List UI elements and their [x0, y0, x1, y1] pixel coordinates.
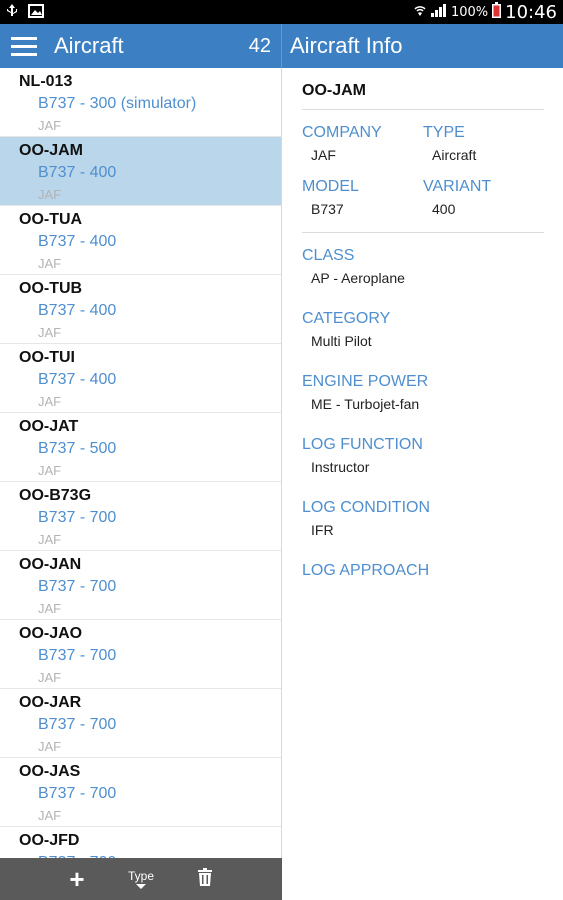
add-aircraft-button[interactable]: +	[62, 864, 92, 894]
aircraft-list-item[interactable]: OO-TUA B737 - 400 JAF	[0, 206, 281, 275]
type-filter-button[interactable]: Type	[126, 864, 156, 894]
aircraft-registration: NL-013	[19, 73, 73, 90]
aircraft-registration: OO-JAM	[19, 142, 83, 159]
log-approach-label: LOG APPROACH	[302, 562, 430, 579]
category-value: Multi Pilot	[311, 333, 372, 349]
battery-icon	[492, 2, 502, 22]
divider	[302, 232, 544, 233]
variant-label: VARIANT	[423, 178, 492, 195]
menu-icon[interactable]	[11, 36, 37, 56]
aircraft-count: 42	[248, 34, 271, 57]
variant-value: 400	[432, 201, 456, 217]
engine-power-value: ME - Turbojet-fan	[311, 396, 420, 412]
battery-percent: 100%	[450, 4, 489, 20]
aircraft-company: JAF	[38, 325, 62, 340]
aircraft-model: B737 - 500	[38, 440, 117, 457]
aircraft-company: JAF	[38, 670, 62, 685]
image-icon	[28, 3, 44, 22]
type-label: TYPE	[423, 124, 465, 141]
company-label: COMPANY	[302, 124, 382, 141]
app-bar: Aircraft 42 Aircraft Info	[0, 24, 563, 68]
model-value: B737	[311, 201, 344, 217]
list-title: Aircraft	[54, 33, 124, 58]
aircraft-registration: OO-JAR	[19, 694, 82, 711]
clock: 10:46	[505, 1, 557, 23]
aircraft-model: B737 - 400	[38, 302, 117, 319]
aircraft-list-item[interactable]: OO-TUI B737 - 400 JAF	[0, 344, 281, 413]
aircraft-registration: OO-TUA	[19, 211, 83, 228]
aircraft-model: B737 - 400	[38, 233, 117, 250]
aircraft-registration: OO-JAN	[19, 556, 82, 573]
wifi-icon	[413, 3, 427, 21]
aircraft-registration: OO-B73G	[19, 487, 92, 504]
list-toolbar: + Type	[0, 858, 282, 900]
aircraft-info-panel: OO-JAM COMPANY JAF MODEL B737 TYPE Aircr…	[283, 68, 563, 900]
aircraft-model: B737 - 300 (simulator)	[38, 95, 197, 112]
class-label: CLASS	[302, 247, 355, 264]
aircraft-model: B737 - 400	[38, 371, 117, 388]
aircraft-registration: OO-JFD	[19, 832, 80, 849]
aircraft-list-item[interactable]: OO-JAM B737 - 400 JAF	[0, 137, 281, 206]
aircraft-model: B737 - 700	[38, 578, 117, 595]
category-label: CATEGORY	[302, 310, 391, 327]
aircraft-model: B737 - 700	[38, 785, 117, 802]
aircraft-list-item[interactable]: OO-JFDB737 - 700JAF	[0, 827, 281, 858]
engine-power-label: ENGINE POWER	[302, 373, 429, 390]
aircraft-model: B737 - 700	[19, 851, 281, 858]
aircraft-company: JAF	[38, 463, 62, 478]
trash-icon	[198, 867, 212, 891]
aircraft-registration: OO-JAT	[19, 418, 79, 435]
usb-icon	[6, 3, 18, 22]
aircraft-list[interactable]: NL-013 B737 - 300 (simulator) JAF OO-JAM B73…	[0, 68, 282, 858]
aircraft-registration: OO-TUB	[19, 280, 83, 297]
aircraft-list-item[interactable]: OO-B73G B737 - 700 JAF	[0, 482, 281, 551]
aircraft-company: JAF	[38, 394, 62, 409]
aircraft-list-item[interactable]: OO-TUB B737 - 400 JAF	[0, 275, 281, 344]
status-bar: 100% 10:46	[0, 0, 563, 24]
aircraft-list-item[interactable]: NL-013 B737 - 300 (simulator) JAF	[0, 68, 281, 137]
aircraft-company: JAF	[38, 256, 62, 271]
class-value: AP - Aeroplane	[311, 270, 405, 286]
plus-icon: +	[69, 864, 85, 894]
aircraft-model: B737 - 700	[38, 716, 117, 733]
log-condition-value: IFR	[311, 522, 334, 538]
aircraft-registration: OO-TUI	[19, 349, 75, 366]
aircraft-list-item[interactable]: OO-JAR B737 - 700 JAF	[0, 689, 281, 758]
signal-icon	[430, 3, 447, 21]
aircraft-model: B737 - 700	[38, 647, 117, 664]
delete-aircraft-button[interactable]	[190, 864, 220, 894]
aircraft-list-item[interactable]: OO-JAT B737 - 500 JAF	[0, 413, 281, 482]
list-header: Aircraft 42	[0, 24, 282, 68]
type-value: Aircraft	[432, 147, 477, 163]
info-registration: OO-JAM	[302, 68, 544, 110]
aircraft-company: JAF	[38, 532, 62, 547]
company-value: JAF	[311, 147, 336, 163]
log-function-value: Instructor	[311, 459, 370, 475]
aircraft-company: JAF	[38, 739, 62, 754]
type-filter-label: Type	[127, 868, 154, 883]
aircraft-company: JAF	[38, 601, 62, 616]
aircraft-list-item[interactable]: OO-JAN B737 - 700 JAF	[0, 551, 281, 620]
aircraft-model: B737 - 400	[38, 164, 117, 181]
chevron-down-icon	[136, 883, 146, 889]
aircraft-company: JAF	[38, 808, 62, 823]
aircraft-company: JAF	[38, 187, 62, 202]
model-label: MODEL	[302, 178, 359, 195]
aircraft-company: JAF	[38, 118, 62, 133]
log-condition-label: LOG CONDITION	[302, 499, 431, 516]
aircraft-list-item[interactable]: OO-JAO B737 - 700 JAF	[0, 620, 281, 689]
info-title: Aircraft Info	[290, 33, 403, 58]
aircraft-model: B737 - 700	[38, 509, 117, 526]
log-function-label: LOG FUNCTION	[302, 436, 423, 453]
aircraft-list-item[interactable]: OO-JAS B737 - 700 JAF	[0, 758, 281, 827]
aircraft-registration: OO-JAO	[19, 625, 83, 642]
info-header: Aircraft Info	[282, 24, 563, 68]
aircraft-registration: OO-JAS	[19, 763, 81, 780]
